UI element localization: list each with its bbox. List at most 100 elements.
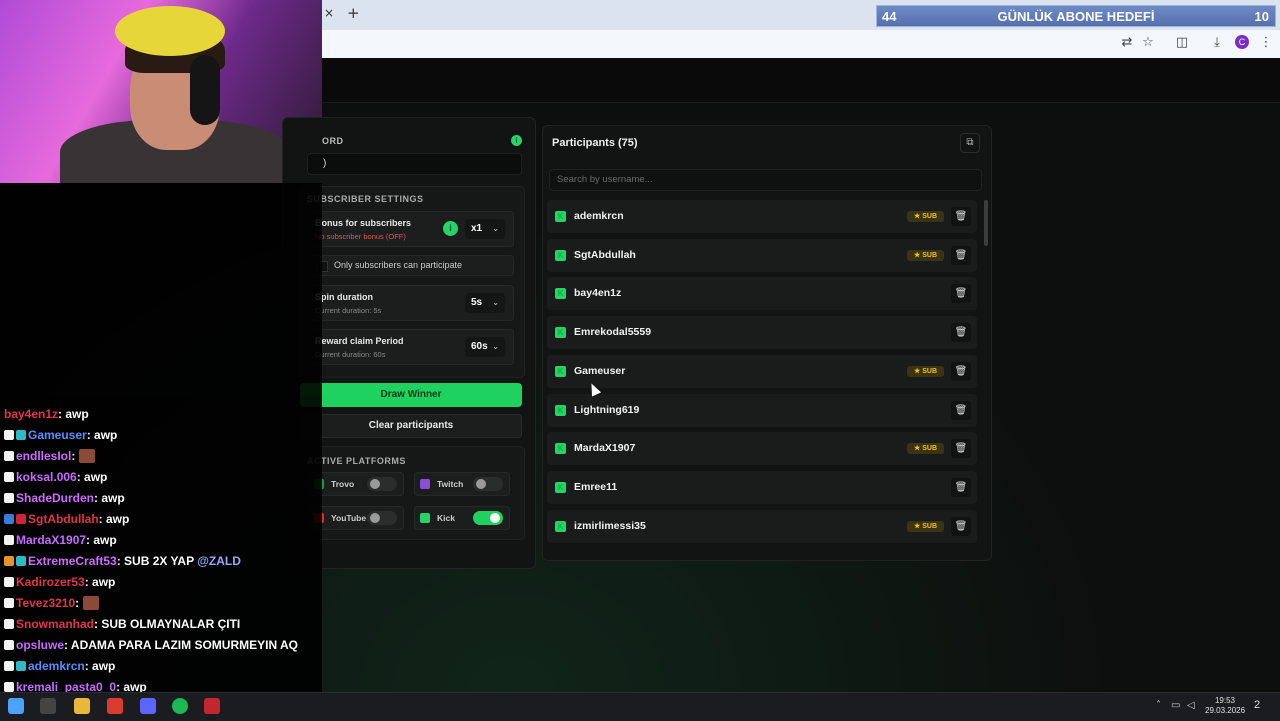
kick-icon: K [555,211,566,222]
trovo-toggle[interactable] [367,477,397,491]
copy-icon[interactable]: ⧉ [960,133,980,153]
chat-badge-icon [4,598,14,608]
toggle-knob [476,479,486,489]
trash-icon[interactable]: 🗑 [951,284,971,304]
new-tab-button[interactable]: + [347,4,360,22]
chat-username[interactable]: kremali_pasta0_0 [16,680,116,692]
trash-icon[interactable]: 🗑 [951,245,971,265]
keyword-label: ORD [322,136,344,146]
kick-icon: K [555,443,566,455]
file-explorer-icon[interactable] [74,698,90,714]
chat-message: koksal.006: awp [4,468,107,486]
sub-label: SUB [922,213,937,220]
participant-search-input[interactable]: Search by username... [549,169,982,191]
kick-icon: K [555,365,566,377]
trash-icon[interactable]: 🗑 [951,207,971,226]
chat-username[interactable]: Gameuser [28,428,87,442]
spin-duration-dropdown[interactable]: 5s ⌄ [465,293,505,313]
chat-username[interactable]: bay4en1z [4,407,58,421]
spin-duration-title: Spin duration [315,292,373,302]
download-icon[interactable]: ⤓ [1209,35,1225,51]
chat-message: Tevez3210: [4,594,99,612]
trash-icon[interactable]: 🗑 [951,323,971,343]
task-view-icon[interactable] [40,698,56,714]
chat-username[interactable]: ademkrcn [28,659,85,673]
goal-target: 10 [1254,9,1269,24]
participants-scrollbar[interactable] [984,200,988,246]
chat-badge-icon [4,577,14,587]
spotify-icon[interactable] [172,698,188,714]
chat-mention[interactable]: @ZALD [197,554,241,568]
twitch-toggle[interactable] [473,477,503,491]
chat-username[interactable]: ShadeDurden [16,491,94,505]
bonus-multiplier-dropdown[interactable]: x1 ⌄ [465,219,505,239]
webcam-feed [0,0,322,183]
chat-username[interactable]: endllesIol [16,449,71,463]
discord-icon[interactable] [140,698,156,714]
reward-period-setting: Reward claim Period Current duration: 60… [308,329,514,365]
keyword-input[interactable]: ) [307,153,522,175]
profile-avatar[interactable]: C [1235,35,1249,49]
voicemeeter-icon[interactable] [204,698,220,714]
clock-time: 19:53 [1214,696,1236,705]
spin-duration-value: 5s [471,297,483,308]
chat-text: : awp [58,407,89,421]
bonus-multiplier-value: x1 [471,223,483,234]
chat-username[interactable]: MardaX1907 [16,533,86,547]
chat-username[interactable]: SgtAbdullah [28,512,99,526]
draw-winner-button[interactable]: Draw Winner [300,383,522,407]
chat-message: ademkrcn: awp [4,657,115,675]
reward-period-title: Reward claim Period [315,336,404,346]
only-subscribers-option[interactable]: Only subscribers can participate [308,255,514,276]
chat-badge-icon [16,430,26,440]
reward-period-value: 60s [471,341,488,352]
tray-chevron-icon[interactable]: ˄ [1156,700,1161,711]
trash-icon[interactable]: 🗑 [951,400,971,420]
chat-username[interactable]: Kadirozer53 [16,575,85,589]
reward-period-dropdown[interactable]: 60s ⌄ [465,337,505,357]
clear-participants-button[interactable]: Clear participants [300,414,522,438]
chat-username[interactable]: ExtremeCraft53 [28,554,117,568]
network-icon[interactable]: ▭ [1171,700,1180,711]
platform-youtube: YouTube [308,506,404,530]
chat-text: : ADAMA PARA LAZIM SOMURMEYIN AQ [64,638,298,652]
participant-row: K Lightning619 🗑 [547,393,977,427]
chat-badge-icon [4,472,14,482]
kick-toggle[interactable] [473,511,503,525]
taskbar: ˄ ▭ ◁ 19:53 29.03.2026 2 [0,692,1280,721]
notification-icon[interactable]: 2 [1254,699,1260,711]
chevron-down-icon: ⌄ [492,224,499,233]
app-header [322,58,1280,103]
youtube-toggle[interactable] [367,511,397,525]
chrome-icon[interactable] [107,698,123,714]
participant-name: Lightning619 [574,403,640,416]
kick-icon: K [555,481,566,493]
bookmark-star-icon[interactable]: ☆ [1140,35,1156,51]
extensions-icon[interactable]: ◫ [1174,35,1190,51]
clock[interactable]: 19:53 29.03.2026 [1205,696,1245,716]
goal-title: GÜNLÜK ABONE HEDEFİ [997,9,1155,24]
trash-icon[interactable]: 🗑 [951,516,971,536]
chevron-down-icon: ⌄ [492,298,499,307]
chat-username[interactable]: opsluwe [16,638,64,652]
toggle-knob [370,479,380,489]
trash-icon[interactable]: 🗑 [951,439,971,459]
info-icon[interactable]: i [443,221,458,236]
tab-close-icon[interactable]: × [324,6,334,20]
chat-message: endllesIol: [4,447,95,465]
windows-start-icon[interactable] [8,698,24,714]
chat-username[interactable]: Snowmanhad [16,617,94,631]
kick-icon: K [555,327,566,339]
chat-text: : awp [116,680,147,692]
chat-username[interactable]: Tevez3210 [16,596,75,610]
browser-menu-icon[interactable]: ⋮ [1258,35,1274,51]
volume-icon[interactable]: ◁ [1187,700,1195,711]
participants-title: Participants (75) [552,137,638,149]
subscriber-settings-title: SUBSCRIBER SETTINGS [307,194,424,204]
translate-icon[interactable]: ⇄ [1119,35,1135,51]
chat-message: MardaX1907: awp [4,531,117,549]
participant-name: Gameuser [574,364,626,377]
trash-icon[interactable]: 🗑 [951,477,971,497]
trash-icon[interactable]: 🗑 [951,361,971,381]
chat-username[interactable]: koksal.006 [16,470,77,484]
